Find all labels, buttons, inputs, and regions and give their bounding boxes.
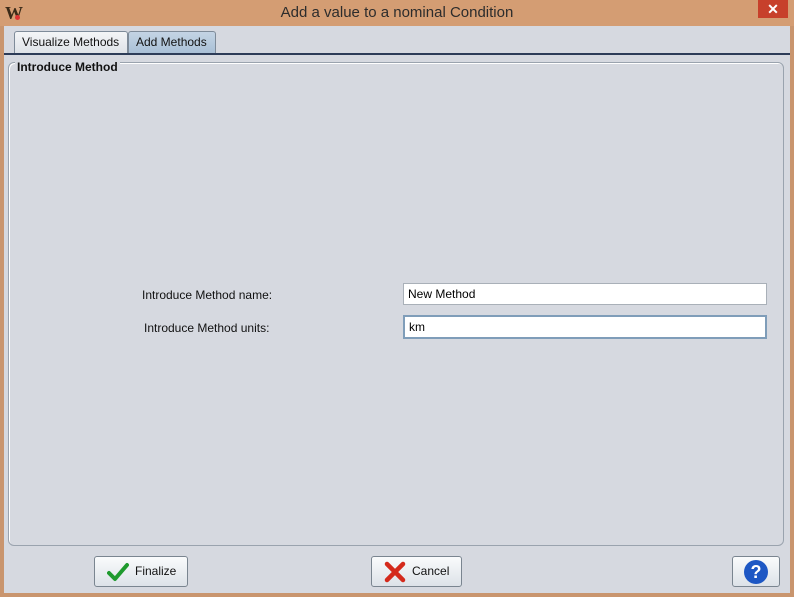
cancel-button[interactable]: Cancel xyxy=(371,556,462,587)
help-button[interactable]: ? xyxy=(732,556,780,587)
checkmark-icon xyxy=(107,563,129,581)
help-icon: ? xyxy=(744,560,768,584)
panel-title: Introduce Method xyxy=(15,60,120,74)
window-title: Add a value to a nominal Condition xyxy=(280,4,514,21)
tab-bar: Visualize Methods Add Methods xyxy=(4,26,790,55)
method-units-input[interactable] xyxy=(403,315,767,339)
close-icon: ✕ xyxy=(767,1,779,17)
tab-divider xyxy=(4,53,790,55)
method-name-input[interactable] xyxy=(403,283,767,305)
title-bar[interactable]: W Add a value to a nominal Condition ✕ xyxy=(0,0,794,26)
tab-add-methods[interactable]: Add Methods xyxy=(128,31,216,53)
finalize-button[interactable]: Finalize xyxy=(94,556,188,587)
finalize-label: Finalize xyxy=(135,564,177,578)
dialog-window: W Add a value to a nominal Condition ✕ V… xyxy=(0,0,794,597)
cancel-x-icon xyxy=(384,561,406,583)
tab-visualize-methods[interactable]: Visualize Methods xyxy=(14,31,128,53)
method-units-label: Introduce Method units: xyxy=(144,321,270,335)
cancel-label: Cancel xyxy=(412,564,450,578)
method-name-label: Introduce Method name: xyxy=(142,288,273,302)
close-button[interactable]: ✕ xyxy=(758,0,788,18)
introduce-method-panel: Introduce Method Introduce Method name: … xyxy=(8,60,784,546)
dialog-content: Visualize Methods Add Methods Introduce … xyxy=(4,26,790,593)
